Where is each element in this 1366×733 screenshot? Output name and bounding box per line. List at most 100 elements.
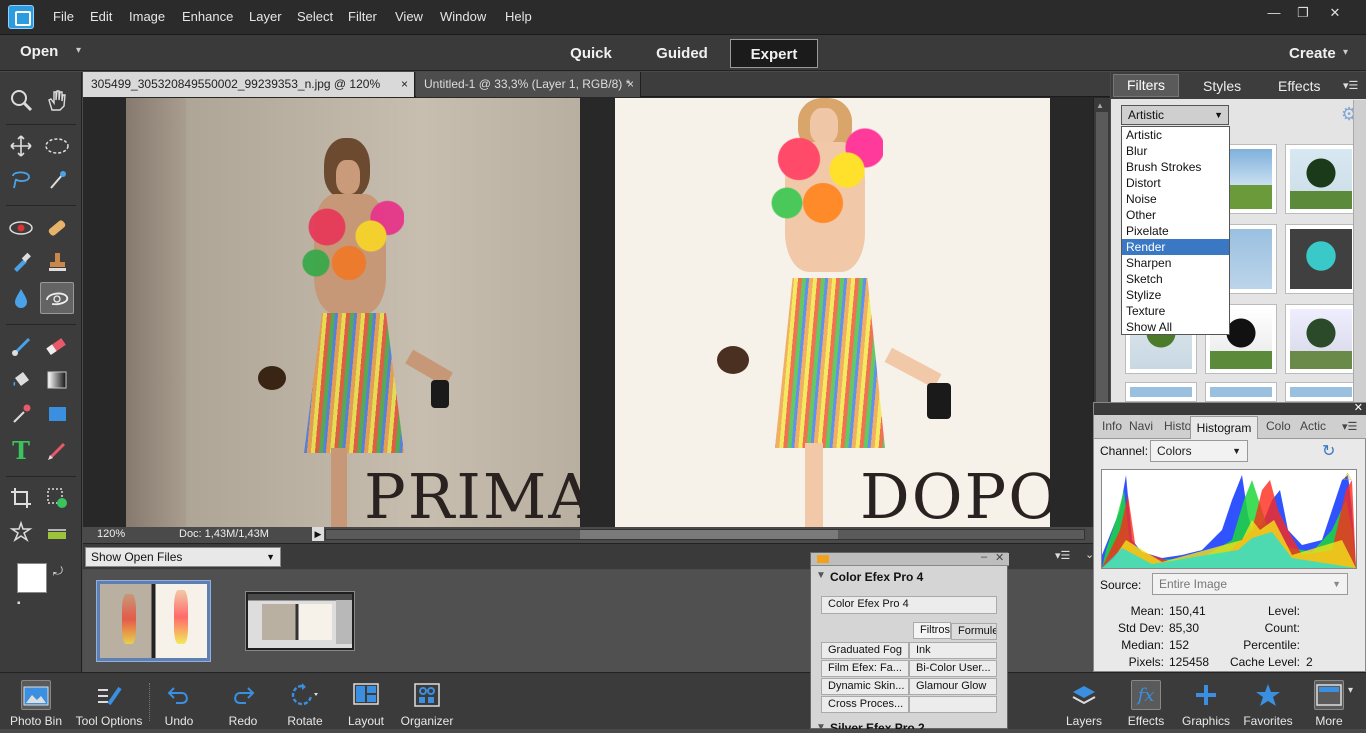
red-eye-icon[interactable]: [4, 212, 38, 244]
blur-tool-icon[interactable]: [4, 282, 38, 314]
mode-guided[interactable]: Guided: [643, 39, 721, 68]
color-efex-launch-button[interactable]: Color Efex Pro 4: [821, 596, 997, 614]
filter-film-efex[interactable]: Film Efex: Fa...: [821, 660, 909, 677]
filter-thumbnail[interactable]: [1285, 144, 1357, 214]
filter-thumbnail[interactable]: [1205, 382, 1277, 402]
eraser-tool-icon[interactable]: [40, 330, 74, 362]
tab-histogram[interactable]: Histogram: [1190, 416, 1258, 439]
favorites-button[interactable]: Favorites: [1241, 673, 1295, 730]
show-files-select[interactable]: Show Open Files ▼: [85, 547, 281, 567]
menu-window[interactable]: Window: [440, 9, 486, 24]
gradient-tool-icon[interactable]: [40, 364, 74, 396]
swap-colors-icon[interactable]: ⤾: [53, 564, 63, 579]
straighten-tool-icon[interactable]: [40, 516, 74, 548]
more-button[interactable]: More: [1306, 673, 1352, 730]
more-dropdown-icon[interactable]: ▾: [1348, 685, 1353, 696]
filter-cross-processing[interactable]: Cross Proces...: [821, 696, 909, 713]
menu-file[interactable]: File: [53, 9, 74, 24]
mode-quick[interactable]: Quick: [556, 39, 626, 68]
hand-tool-icon[interactable]: [40, 84, 74, 116]
dropdown-option[interactable]: Sharpen: [1122, 255, 1229, 271]
tab-filtros[interactable]: Filtros: [913, 622, 951, 639]
rotate-button[interactable]: Rotate: [280, 673, 330, 730]
close-tab-icon[interactable]: ×: [401, 72, 408, 97]
filter-ink[interactable]: Ink: [909, 642, 997, 659]
panel-menu-icon[interactable]: ▾☰: [1343, 79, 1358, 92]
dropdown-option[interactable]: Blur: [1122, 143, 1229, 159]
close-icon[interactable]: ✕: [1354, 401, 1363, 414]
filter-thumbnail[interactable]: [1285, 382, 1357, 402]
default-colors-icon[interactable]: ▪: [17, 598, 21, 609]
effects-button[interactable]: fx Effects: [1120, 673, 1172, 730]
eyedropper-icon[interactable]: [4, 398, 38, 430]
dropdown-option[interactable]: Artistic: [1122, 127, 1229, 143]
dropdown-option[interactable]: Texture: [1122, 303, 1229, 319]
document-tab-active[interactable]: 305499_305320849550002_99239353_n.jpg @ …: [83, 72, 415, 116]
close-button[interactable]: ✕: [1324, 4, 1346, 22]
layers-button[interactable]: Layers: [1058, 673, 1110, 730]
tab-color[interactable]: Colo: [1266, 419, 1291, 433]
restore-button[interactable]: ❐: [1292, 4, 1314, 22]
rectangle-shape-icon[interactable]: [40, 398, 74, 430]
undo-button[interactable]: Undo: [154, 673, 204, 730]
bin-thumbnail-active[interactable]: [96, 580, 211, 662]
tab-navigator[interactable]: Navi: [1129, 419, 1153, 433]
tab-history[interactable]: Histo: [1164, 419, 1191, 433]
menu-view[interactable]: View: [395, 9, 423, 24]
layout-button[interactable]: Layout: [341, 673, 391, 730]
menu-filter[interactable]: Filter: [348, 9, 377, 24]
dropdown-option[interactable]: Noise: [1122, 191, 1229, 207]
tab-effects[interactable]: Effects: [1278, 78, 1321, 94]
minimize-button[interactable]: —: [1263, 4, 1285, 22]
organizer-button[interactable]: Organizer: [399, 673, 455, 730]
image-canvas[interactable]: PRIMA DOPO: [83, 98, 1093, 527]
refresh-icon[interactable]: ↻: [1322, 441, 1335, 461]
create-button[interactable]: Create: [1289, 45, 1336, 62]
menu-enhance[interactable]: Enhance: [182, 9, 233, 24]
channel-select[interactable]: Colors ▼: [1150, 440, 1248, 462]
menu-layer[interactable]: Layer: [249, 9, 282, 24]
tab-info[interactable]: Info: [1102, 419, 1122, 433]
dropdown-option[interactable]: Sketch: [1122, 271, 1229, 287]
close-icon[interactable]: ✕: [995, 551, 1004, 564]
dropdown-option[interactable]: Other: [1122, 207, 1229, 223]
zoom-tool-icon[interactable]: [4, 84, 38, 116]
horizontal-scroll-thumb[interactable]: [580, 530, 838, 539]
dropdown-option[interactable]: Brush Strokes: [1122, 159, 1229, 175]
filter-thumbnail[interactable]: [1285, 224, 1357, 294]
document-tab[interactable]: Untitled-1 @ 33,3% (Layer 1, RGB/8) * ×: [416, 72, 641, 97]
tab-filters[interactable]: Filters: [1113, 74, 1179, 97]
foreground-color-swatch[interactable]: [17, 563, 47, 593]
panel-menu-icon[interactable]: ▾☰: [1055, 549, 1070, 562]
photo-bin-button[interactable]: Photo Bin: [6, 673, 66, 730]
move-tool-icon[interactable]: [4, 130, 38, 162]
source-select[interactable]: Entire Image ▼: [1152, 573, 1348, 595]
paint-bucket-icon[interactable]: [4, 364, 38, 396]
graphics-button[interactable]: Graphics: [1180, 673, 1232, 730]
filter-category-select[interactable]: Artistic ▼: [1121, 105, 1229, 125]
collapse-triangle-icon[interactable]: ▼: [816, 722, 826, 733]
lasso-tool-icon[interactable]: [4, 164, 38, 196]
create-dropdown-icon[interactable]: ▾: [1343, 47, 1348, 58]
spot-healing-icon[interactable]: [40, 212, 74, 244]
bin-thumbnail[interactable]: [245, 591, 355, 651]
filter-graduated-fog[interactable]: Graduated Fog: [821, 642, 909, 659]
cookie-cutter-icon[interactable]: [4, 516, 38, 548]
quick-selection-icon[interactable]: [40, 164, 74, 196]
tab-formule[interactable]: Formule: [951, 623, 997, 640]
filter-dynamic-skin[interactable]: Dynamic Skin...: [821, 678, 909, 695]
tab-styles[interactable]: Styles: [1203, 78, 1241, 94]
tab-actions[interactable]: Actic: [1300, 419, 1326, 433]
tool-options-button[interactable]: Tool Options: [74, 673, 144, 730]
panel-menu-icon[interactable]: ▾☰: [1342, 420, 1357, 433]
elliptical-marquee-icon[interactable]: [40, 130, 74, 162]
dropdown-option[interactable]: Pixelate: [1122, 223, 1229, 239]
scroll-up-icon[interactable]: ▲: [1096, 101, 1104, 110]
smart-brush-icon[interactable]: [4, 246, 38, 278]
filter-thumbnail[interactable]: [1285, 304, 1357, 374]
minimize-icon[interactable]: –: [981, 551, 987, 563]
type-tool-icon[interactable]: T: [4, 434, 38, 466]
open-dropdown-icon[interactable]: ▾: [76, 45, 81, 56]
brush-tool-icon[interactable]: [4, 330, 38, 362]
menu-image[interactable]: Image: [129, 9, 165, 24]
